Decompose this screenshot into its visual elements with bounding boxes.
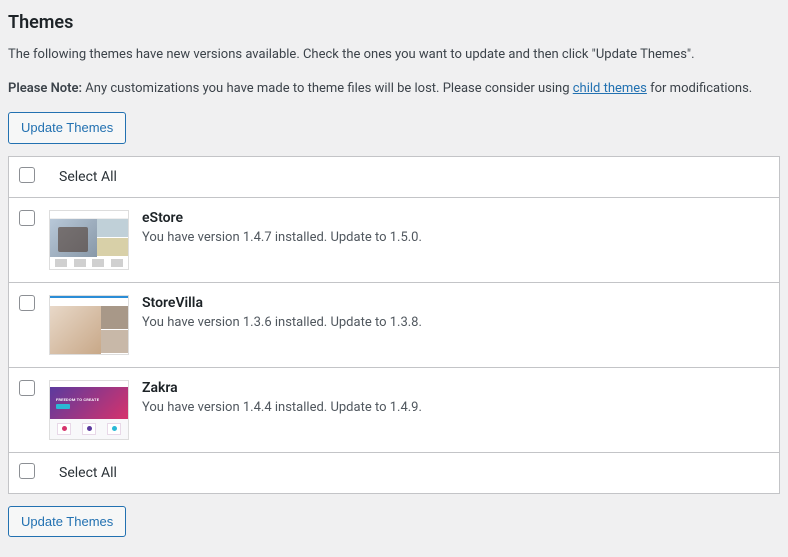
note-suffix: for modifications.	[647, 81, 752, 96]
theme-thumbnail-storevilla	[49, 295, 129, 355]
update-themes-button-bottom[interactable]: Update Themes	[8, 506, 126, 538]
theme-status: You have version 1.4.4 installed. Update…	[142, 400, 769, 415]
note-prefix: Please Note:	[8, 81, 82, 96]
table-header-row: Select All	[9, 157, 779, 198]
section-note: Please Note: Any customizations you have…	[8, 79, 780, 99]
theme-thumbnail-estore	[49, 210, 129, 270]
select-all-checkbox-bottom[interactable]	[19, 463, 35, 479]
child-themes-link[interactable]: child themes	[573, 81, 647, 96]
note-text: Any customizations you have made to them…	[82, 81, 573, 96]
theme-name: Zakra	[142, 380, 769, 396]
theme-name: StoreVilla	[142, 295, 769, 311]
table-footer-row: Select All	[9, 453, 779, 494]
theme-status: You have version 1.4.7 installed. Update…	[142, 230, 769, 245]
theme-row: StoreVilla You have version 1.3.6 instal…	[9, 283, 779, 368]
theme-status: You have version 1.3.6 installed. Update…	[142, 315, 769, 330]
theme-row: eStore You have version 1.4.7 installed.…	[9, 198, 779, 283]
select-all-label-bottom[interactable]: Select All	[49, 465, 117, 481]
section-heading: Themes	[8, 8, 780, 33]
select-all-label-top[interactable]: Select All	[49, 169, 117, 185]
theme-checkbox-estore[interactable]	[19, 210, 35, 226]
select-all-checkbox-top[interactable]	[19, 167, 35, 183]
theme-name: eStore	[142, 210, 769, 226]
theme-thumbnail-zakra: FREEDOM TO CREATE	[49, 380, 129, 440]
theme-row: FREEDOM TO CREATE Zakra You have version…	[9, 368, 779, 453]
update-themes-button-top[interactable]: Update Themes	[8, 112, 126, 144]
themes-table: Select All eStore You have version 1.4.7…	[8, 156, 780, 494]
section-description: The following themes have new versions a…	[8, 45, 780, 65]
theme-checkbox-storevilla[interactable]	[19, 295, 35, 311]
theme-checkbox-zakra[interactable]	[19, 380, 35, 396]
